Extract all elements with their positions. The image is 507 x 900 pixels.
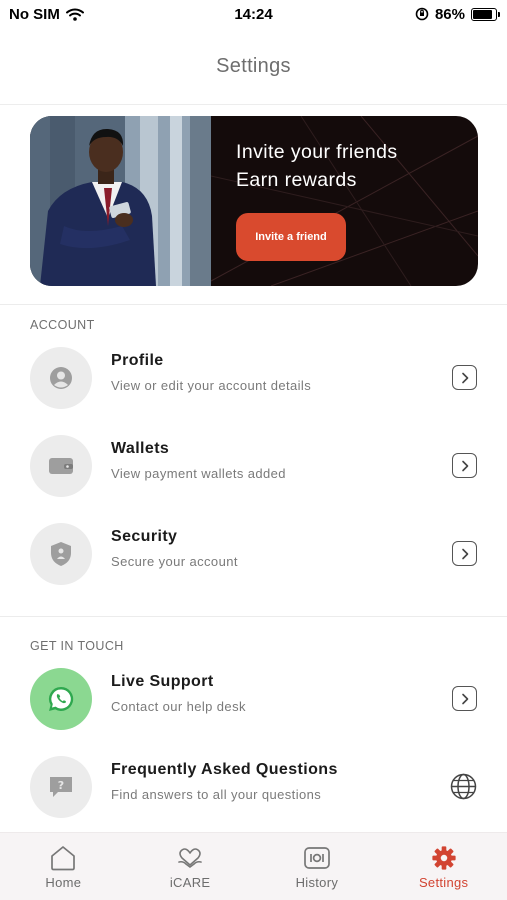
page-title: Settings <box>216 54 291 77</box>
wallet-icon <box>49 458 73 474</box>
contact-section-title: GET IN TOUCH <box>30 639 124 653</box>
settings-row-wallets[interactable]: Wallets View payment wallets added <box>0 423 507 507</box>
security-subtitle: Secure your account <box>111 554 238 569</box>
section-divider <box>0 304 507 305</box>
banner-line-1: Invite your friends <box>236 141 398 163</box>
gear-icon <box>432 846 456 870</box>
account-section-title: ACCOUNT <box>30 318 95 332</box>
chevron-right-icon[interactable] <box>452 686 477 711</box>
globe-icon[interactable] <box>450 773 477 800</box>
history-icon <box>304 847 330 869</box>
carrier-label: No SIM <box>9 5 60 23</box>
settings-row-faq[interactable]: ? Frequently Asked Questions Find answer… <box>0 744 507 828</box>
nav-history-label: History <box>295 875 339 890</box>
banner-line-2: Earn rewards <box>236 169 357 191</box>
nav-icare-label: iCARE <box>169 875 211 890</box>
settings-row-live-support[interactable]: Live Support Contact our help desk <box>0 656 507 740</box>
nav-home[interactable]: Home <box>0 833 127 900</box>
question-bubble-icon: ? <box>50 777 72 797</box>
status-left: No SIM <box>9 6 84 23</box>
wifi-icon <box>65 8 84 21</box>
banner-headline: Invite your friends Earn rewards <box>236 138 398 194</box>
status-right: 86% <box>415 5 500 23</box>
faq-title: Frequently Asked Questions <box>111 761 338 778</box>
banner-photo <box>30 116 211 286</box>
orientation-lock-icon <box>415 7 429 21</box>
chevron-right-icon[interactable] <box>452 541 477 566</box>
svg-text:?: ? <box>58 779 64 792</box>
whatsapp-icon <box>48 686 74 711</box>
nav-icare[interactable]: iCARE <box>127 833 254 900</box>
wallets-subtitle: View payment wallets added <box>111 466 286 481</box>
shield-icon <box>51 542 71 566</box>
profile-icon-circle <box>30 347 92 409</box>
settings-row-profile[interactable]: Profile View or edit your account detail… <box>0 335 507 419</box>
invite-friend-button[interactable]: Invite a friend <box>236 213 346 261</box>
live-support-icon-circle <box>30 668 92 730</box>
nav-history[interactable]: History <box>254 833 381 900</box>
nav-settings[interactable]: Settings <box>380 833 507 900</box>
faq-icon-circle: ? <box>30 756 92 818</box>
nav-home-label: Home <box>45 875 82 890</box>
nav-settings-label: Settings <box>418 875 469 890</box>
battery-icon <box>471 7 500 21</box>
status-bar: No SIM 14:24 86% <box>0 0 507 28</box>
live-support-subtitle: Contact our help desk <box>111 699 246 714</box>
chevron-right-icon[interactable] <box>452 453 477 478</box>
wallets-icon-circle <box>30 435 92 497</box>
section-divider <box>0 616 507 617</box>
faq-subtitle: Find answers to all your questions <box>111 787 322 802</box>
home-icon <box>51 846 76 871</box>
bottom-navigation: Home iCARE History Settings <box>0 832 507 900</box>
security-title: Security <box>111 528 178 545</box>
live-support-title: Live Support <box>111 673 214 690</box>
battery-level <box>473 9 492 19</box>
battery-percent: 86% <box>434 5 465 23</box>
profile-title: Profile <box>111 352 164 369</box>
page-header: Settings <box>0 28 507 105</box>
wallets-title: Wallets <box>111 440 170 457</box>
heart-hands-icon <box>178 848 202 868</box>
chevron-right-icon[interactable] <box>452 365 477 390</box>
invite-banner[interactable]: Invite your friends Earn rewards Invite … <box>30 116 478 286</box>
settings-row-security[interactable]: Security Secure your account <box>0 511 507 595</box>
security-icon-circle <box>30 523 92 585</box>
businessman-illustration <box>30 116 211 286</box>
profile-subtitle: View or edit your account details <box>111 378 312 393</box>
person-icon <box>50 367 72 389</box>
